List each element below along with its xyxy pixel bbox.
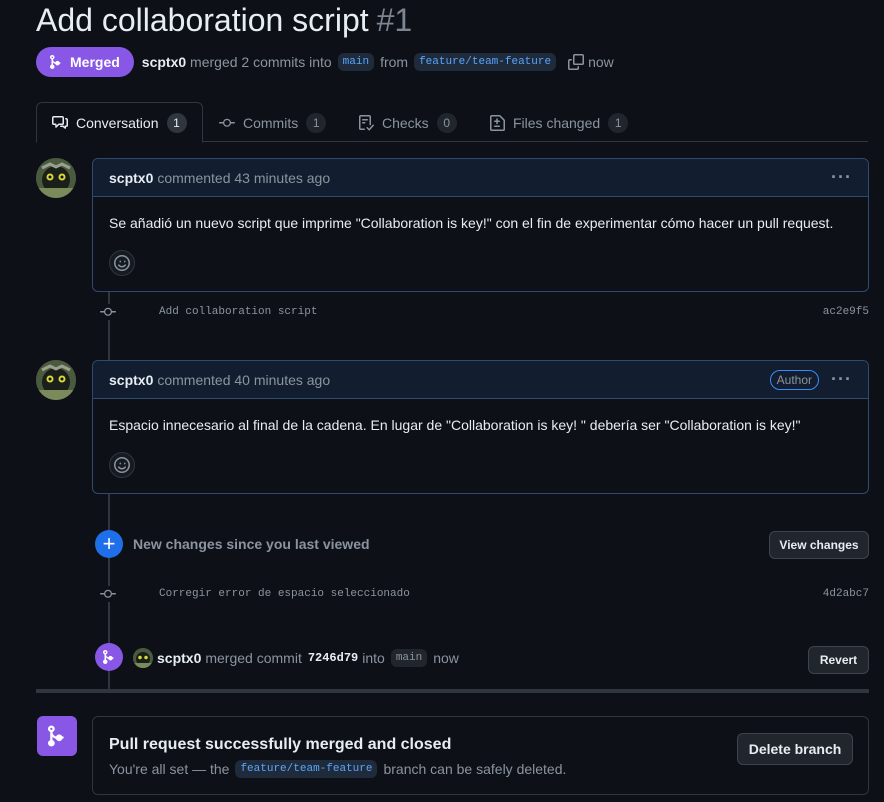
comment-header: scptx0 commented 43 minutes ago ···: [93, 159, 868, 197]
avatar[interactable]: [133, 648, 153, 668]
comment-author[interactable]: scptx0: [109, 372, 153, 388]
pr-title: Add collaboration script: [36, 2, 369, 38]
tab-conversation[interactable]: Conversation 1: [36, 102, 203, 143]
avatar[interactable]: [36, 158, 76, 198]
pr-title-row: Add collaboration script #1: [36, 2, 412, 39]
git-merge-icon: [49, 55, 61, 70]
author-badge: Author: [769, 369, 820, 390]
comment-discussion-icon: [52, 115, 68, 129]
tab-counter: 1: [306, 112, 327, 133]
merge-event-icon: [95, 643, 123, 671]
pr-time: now: [588, 54, 614, 70]
git-merge-icon: [47, 725, 64, 747]
tab-counter: 1: [608, 112, 629, 133]
checklist-icon: [359, 114, 374, 131]
comment-meta[interactable]: commented 40 minutes ago: [157, 372, 330, 388]
add-reaction-button[interactable]: [109, 452, 135, 478]
git-merge-icon: [102, 650, 114, 665]
base-branch[interactable]: main: [337, 53, 375, 71]
commit-sha-link[interactable]: ac2e9f5: [823, 306, 869, 318]
merged-state-badge: Merged: [36, 47, 134, 77]
comment-author[interactable]: scptx0: [109, 170, 153, 186]
commit-sha-link[interactable]: 4d2abc7: [823, 588, 869, 600]
view-changes-button[interactable]: View changes: [769, 531, 869, 559]
comment-card: scptx0 commented 40 minutes ago Author ·…: [92, 360, 869, 494]
git-commit-icon: [100, 586, 116, 602]
copy-icon[interactable]: [568, 54, 585, 70]
head-branch[interactable]: feature/team-feature: [414, 53, 557, 71]
tab-commits[interactable]: Commits 1: [204, 102, 341, 143]
commit-row: Add collaboration script ac2e9f5: [100, 302, 869, 322]
comment-body: Se añadió un nuevo script que imprime "C…: [109, 215, 834, 231]
commit-row: Corregir error de espacio seleccionado 4…: [100, 584, 869, 604]
timeline-divider: [36, 689, 869, 693]
revert-button[interactable]: Revert: [808, 646, 869, 674]
file-diff-icon: [490, 114, 505, 131]
git-commit-icon: [219, 118, 235, 127]
comment-card: scptx0 commented 43 minutes ago ··· Se a…: [92, 158, 869, 292]
from-text: from: [380, 54, 409, 70]
into-text: into: [362, 650, 385, 666]
merge-commit-sha[interactable]: 7246d79: [308, 651, 358, 665]
tab-label: Checks: [382, 114, 429, 131]
tab-label: Files changed: [513, 114, 601, 131]
subtitle-after: branch can be safely deleted.: [383, 761, 567, 777]
kebab-menu-icon[interactable]: ···: [831, 369, 852, 390]
kebab-menu-icon[interactable]: ···: [831, 167, 852, 188]
git-commit-icon: [100, 304, 116, 320]
commit-message-link[interactable]: Add collaboration script: [159, 306, 317, 318]
deletable-branch[interactable]: feature/team-feature: [235, 760, 378, 778]
smiley-icon: [114, 457, 130, 473]
merge-status-box: Pull request successfully merged and clo…: [92, 716, 869, 795]
merge-author[interactable]: scptx0: [157, 650, 201, 666]
pr-author-link[interactable]: scptx0: [142, 54, 186, 70]
new-changes-text: New changes since you last viewed: [133, 536, 370, 552]
merged-text: merged 2 commits into: [190, 54, 332, 70]
tab-label: Conversation: [76, 114, 159, 131]
commit-message-link[interactable]: Corregir error de espacio seleccionado: [159, 588, 410, 600]
state-label: Merged: [70, 54, 120, 70]
merge-time: now: [433, 650, 459, 666]
comment-header: scptx0 commented 40 minutes ago Author ·…: [93, 361, 868, 399]
merged-status-icon: [37, 716, 77, 756]
comment-meta[interactable]: commented 43 minutes ago: [157, 170, 330, 186]
tab-checks[interactable]: Checks 0: [343, 102, 472, 143]
delete-branch-button[interactable]: Delete branch: [737, 733, 853, 765]
avatar[interactable]: [36, 360, 76, 400]
tab-files-changed[interactable]: Files changed 1: [474, 102, 643, 143]
comment-body: Espacio innecesario al final de la caden…: [109, 417, 801, 433]
new-changes-plus-icon: +: [95, 530, 123, 558]
pr-meta: Merged scptx0 merged 2 commits into main…: [36, 47, 614, 77]
merge-status-title: Pull request successfully merged and clo…: [109, 736, 452, 753]
add-reaction-button[interactable]: [109, 250, 135, 276]
merge-event-row: scptx0 merged commit 7246d79 into main n…: [133, 647, 459, 669]
merge-target-branch[interactable]: main: [390, 649, 428, 667]
subtitle-before: You're all set — the: [109, 761, 230, 777]
merge-status-subtitle: You're all set — the feature/team-featur…: [109, 760, 566, 778]
tab-counter: 1: [166, 112, 187, 133]
tab-counter: 0: [436, 112, 457, 133]
pr-tabs: Conversation 1 Commits 1 Checks 0 Files …: [36, 102, 868, 143]
tab-label: Commits: [243, 114, 299, 131]
smiley-icon: [114, 255, 130, 271]
merge-text: merged commit: [205, 650, 302, 666]
pr-number: #1: [376, 2, 413, 38]
